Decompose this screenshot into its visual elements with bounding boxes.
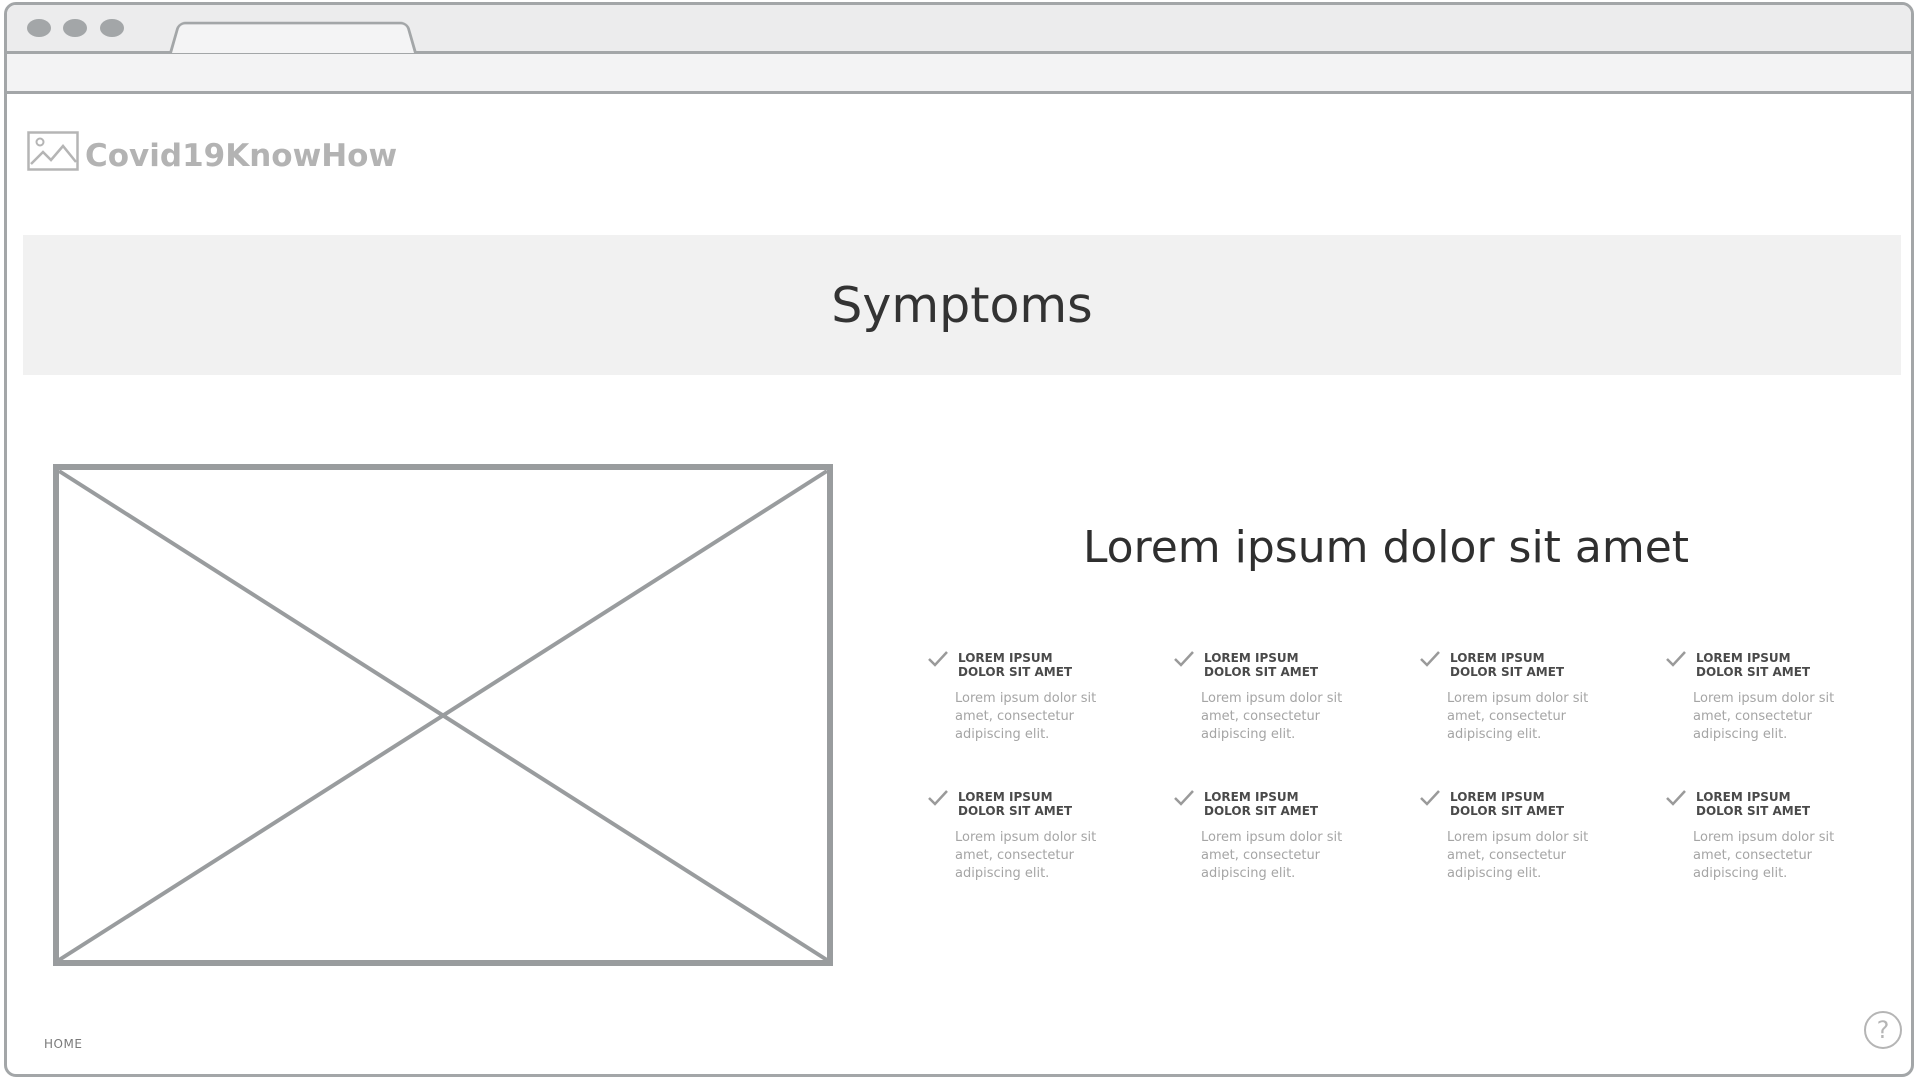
feature-title-line1: LOREM IPSUM (958, 790, 1053, 804)
feature-title: LOREM IPSUM DOLOR SIT AMET (1204, 651, 1364, 679)
feature-title: LOREM IPSUM DOLOR SIT AMET (1204, 790, 1364, 818)
feature-title-line2: DOLOR SIT AMET (1696, 665, 1811, 679)
feature-title-line2: DOLOR SIT AMET (1696, 804, 1811, 818)
feature-title-line1: LOREM IPSUM (1450, 790, 1545, 804)
feature-title: LOREM IPSUM DOLOR SIT AMET (958, 790, 1118, 818)
check-icon (1420, 651, 1440, 667)
image-placeholder (53, 464, 833, 966)
browser-tab[interactable] (169, 21, 417, 53)
check-icon (1174, 651, 1194, 667)
check-icon (928, 790, 948, 806)
feature-title-line1: LOREM IPSUM (1696, 790, 1791, 804)
feature-description: Lorem ipsum dolor sit amet, consectetur … (955, 830, 1097, 881)
check-icon (928, 651, 948, 667)
check-icon (1420, 790, 1440, 806)
section-heading: Lorem ipsum dolor sit amet (1082, 522, 1690, 573)
feature-title-line1: LOREM IPSUM (958, 651, 1053, 665)
check-icon (1666, 790, 1686, 806)
feature-title-line1: LOREM IPSUM (1204, 651, 1299, 665)
window-minimize-dot[interactable] (63, 19, 87, 37)
feature-title: LOREM IPSUM DOLOR SIT AMET (1696, 790, 1856, 818)
feature-title: LOREM IPSUM DOLOR SIT AMET (1696, 651, 1856, 679)
feature-title-line2: DOLOR SIT AMET (1450, 665, 1565, 679)
brand-name[interactable]: Covid19KnowHow (85, 136, 397, 176)
feature-description: Lorem ipsum dolor sit amet, consectetur … (955, 691, 1097, 742)
feature-title-line2: DOLOR SIT AMET (958, 665, 1073, 679)
window-maximize-dot[interactable] (100, 19, 124, 37)
feature-description: Lorem ipsum dolor sit amet, consectetur … (1201, 830, 1343, 881)
feature-title: LOREM IPSUM DOLOR SIT AMET (1450, 790, 1610, 818)
feature-description: Lorem ipsum dolor sit amet, consectetur … (1693, 691, 1835, 742)
feature-title-line2: DOLOR SIT AMET (1204, 804, 1319, 818)
browser-title-bar (7, 5, 1911, 54)
feature-title-line1: LOREM IPSUM (1696, 651, 1791, 665)
feature-description: Lorem ipsum dolor sit amet, consectetur … (1447, 830, 1589, 881)
check-icon (1174, 790, 1194, 806)
feature-title-line1: LOREM IPSUM (1204, 790, 1299, 804)
page-banner: Symptoms (23, 235, 1901, 375)
check-icon (1666, 651, 1686, 667)
address-bar[interactable] (7, 54, 1911, 94)
feature-description: Lorem ipsum dolor sit amet, consectetur … (1693, 830, 1835, 881)
home-link[interactable]: HOME (44, 1037, 82, 1051)
feature-title: LOREM IPSUM DOLOR SIT AMET (958, 651, 1118, 679)
feature-description: Lorem ipsum dolor sit amet, consectetur … (1447, 691, 1589, 742)
feature-title: LOREM IPSUM DOLOR SIT AMET (1450, 651, 1610, 679)
page-title: Symptoms (831, 277, 1093, 334)
image-placeholder-icon (27, 131, 79, 171)
feature-description: Lorem ipsum dolor sit amet, consectetur … (1201, 691, 1343, 742)
feature-title-line1: LOREM IPSUM (1450, 651, 1545, 665)
help-icon[interactable]: ? (1864, 1011, 1902, 1049)
window-close-dot[interactable] (27, 19, 51, 37)
feature-title-line2: DOLOR SIT AMET (958, 804, 1073, 818)
feature-title-line2: DOLOR SIT AMET (1204, 665, 1319, 679)
feature-title-line2: DOLOR SIT AMET (1450, 804, 1565, 818)
